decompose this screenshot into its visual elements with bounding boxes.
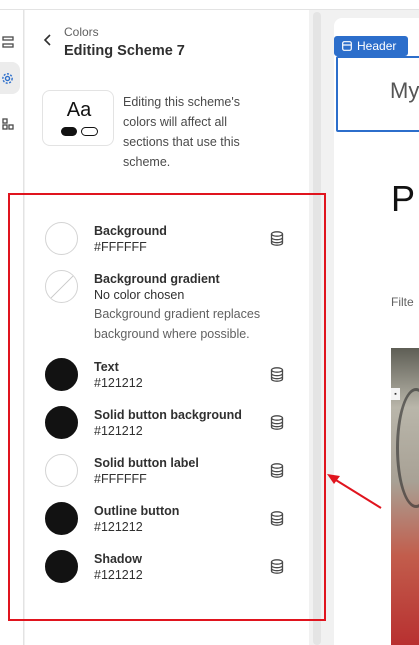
photo-badge: ▪ bbox=[391, 388, 400, 400]
app-embeds-icon[interactable] bbox=[0, 108, 20, 140]
page-title: Editing Scheme 7 bbox=[64, 43, 185, 59]
theme-editor: Colors Editing Scheme 7 Aa Editing this … bbox=[0, 0, 419, 645]
annotation-arrow-icon bbox=[327, 474, 382, 509]
section-icon bbox=[342, 41, 352, 51]
outline-button-preview bbox=[81, 127, 98, 136]
breadcrumb[interactable]: Colors bbox=[64, 25, 99, 39]
annotation-highlight-box bbox=[8, 193, 326, 621]
store-name: My bbox=[390, 78, 419, 103]
scheme-note: Editing this scheme's colors will affect… bbox=[123, 95, 241, 169]
panel-header: Colors Editing Scheme 7 bbox=[25, 10, 309, 70]
page-heading: P bbox=[391, 178, 416, 219]
scheme-preview-text: Aa bbox=[66, 99, 92, 121]
theme-settings-gear-icon[interactable] bbox=[0, 62, 20, 94]
store-preview: Header My P Filte ▪ bbox=[334, 18, 419, 645]
sections-icon[interactable] bbox=[0, 26, 20, 58]
photo-detail bbox=[396, 388, 419, 508]
filter-label[interactable]: Filte bbox=[391, 295, 414, 309]
top-bar bbox=[0, 0, 419, 10]
header-section-tag[interactable]: Header bbox=[334, 36, 408, 56]
back-arrow-icon[interactable] bbox=[39, 30, 57, 50]
solid-button-preview bbox=[61, 127, 77, 136]
product-image[interactable]: ▪ bbox=[391, 348, 419, 645]
header-section-label: Header bbox=[357, 39, 397, 53]
scheme-preview-card: Aa bbox=[42, 90, 114, 146]
